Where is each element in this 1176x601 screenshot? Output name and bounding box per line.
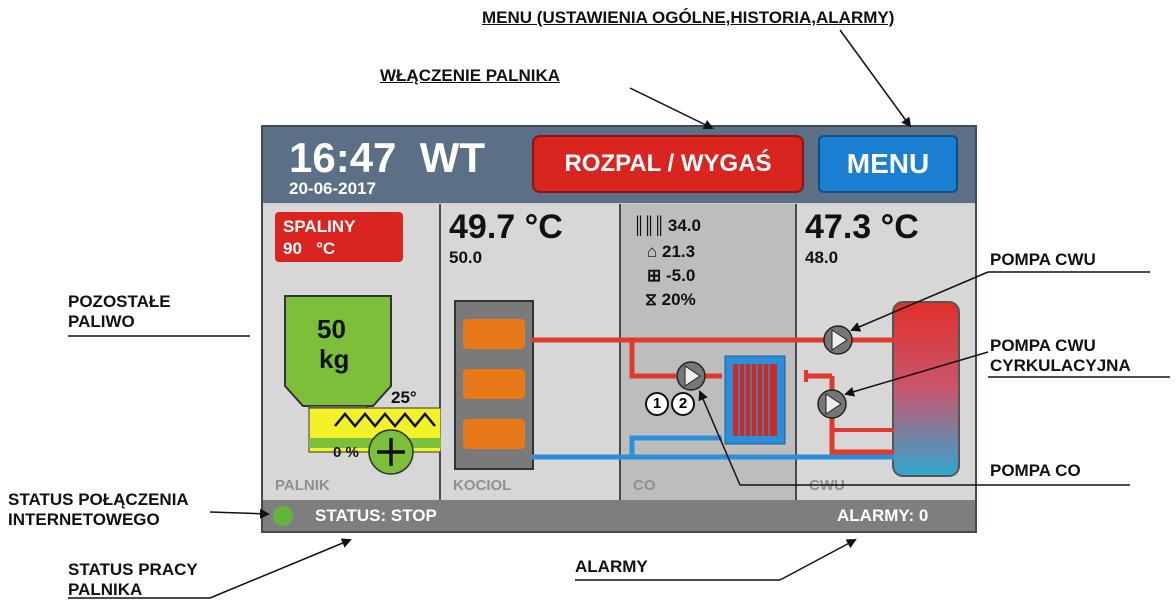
pump-cwu-icon xyxy=(823,325,853,355)
pump-co-icon xyxy=(676,361,706,391)
diagram-overlay xyxy=(68,29,1170,599)
callout-leaders xyxy=(209,29,989,599)
callout-underlines xyxy=(68,271,1170,599)
pump-circulation-icon xyxy=(817,389,847,419)
